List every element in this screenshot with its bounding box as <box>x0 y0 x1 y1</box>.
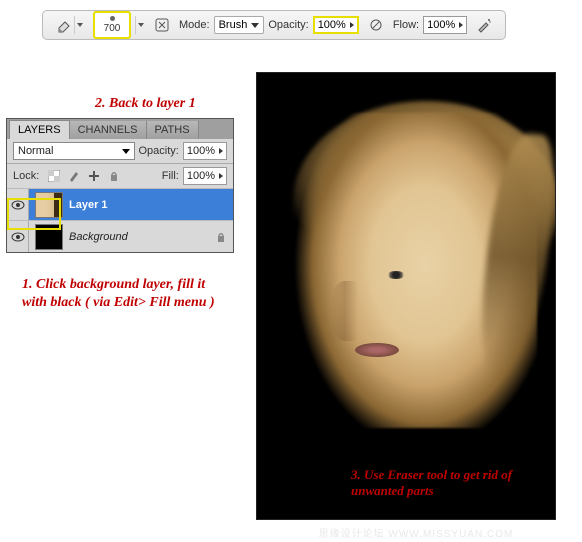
flow-label: Flow: <box>393 19 419 31</box>
tab-channels[interactable]: CHANNELS <box>70 121 147 139</box>
portrait-lips <box>355 343 399 357</box>
panel-tabs: LAYERS CHANNELS PATHS <box>7 119 233 139</box>
portrait-eye <box>387 271 405 279</box>
portrait-nose <box>331 281 365 341</box>
lock-icon <box>215 231 227 243</box>
layer-row-background[interactable]: Background <box>7 220 233 252</box>
tab-paths[interactable]: PATHS <box>147 121 199 139</box>
blend-row: Normal Opacity: 100% <box>7 139 233 163</box>
layer-thumbnail[interactable] <box>35 224 63 250</box>
lock-pixels-icon[interactable] <box>67 169 81 183</box>
brush-preview-dot <box>110 16 115 21</box>
document-canvas[interactable]: 3. Use Eraser tool to get rid of unwante… <box>256 72 556 520</box>
blend-mode-value: Normal <box>18 145 53 157</box>
flow-input[interactable]: 100% <box>423 16 467 34</box>
tab-layers[interactable]: LAYERS <box>9 120 70 139</box>
layer-name: Background <box>69 231 128 243</box>
lock-all-icon[interactable] <box>107 169 121 183</box>
flow-value: 100% <box>427 19 455 31</box>
brush-flyout-icon[interactable] <box>135 16 145 34</box>
panel-opacity-input[interactable]: 100% <box>183 142 227 160</box>
lock-label: Lock: <box>13 170 39 182</box>
eye-icon <box>11 200 25 210</box>
tablet-opacity-toggle[interactable] <box>363 14 389 36</box>
flyout-icon[interactable] <box>74 16 84 34</box>
brush-panel-toggle[interactable] <box>149 14 175 36</box>
blend-mode-select[interactable]: Normal <box>13 142 135 160</box>
panel-opacity-label: Opacity: <box>139 145 179 157</box>
lock-row: Lock: Fill: 100% <box>7 163 233 188</box>
eraser-tool-preset[interactable] <box>51 14 89 36</box>
fill-value: 100% <box>187 170 215 182</box>
airbrush-icon <box>476 17 492 33</box>
mode-select[interactable]: Brush <box>214 16 265 34</box>
eye-icon <box>11 232 25 242</box>
arrow-right-icon <box>459 22 463 28</box>
arrow-right-icon <box>219 148 223 154</box>
chevron-down-icon <box>251 23 259 28</box>
tablet-pressure-icon <box>368 17 384 33</box>
lock-transparency-icon[interactable] <box>47 169 61 183</box>
arrow-right-icon <box>219 173 223 179</box>
arrow-right-icon <box>350 22 354 28</box>
fill-label: Fill: <box>162 170 179 182</box>
watermark: 思缘设计论坛 WWW.MISSYUAN.COM <box>266 525 566 540</box>
opacity-value: 100% <box>318 19 346 31</box>
layer-row-layer1[interactable]: Layer 1 <box>7 188 233 220</box>
brush-size-value: 700 <box>104 23 121 34</box>
opacity-input[interactable]: 100% <box>313 16 359 34</box>
options-toolbar: 700 Mode: Brush Opacity: 100% Flow: 100% <box>42 10 506 40</box>
brush-size-picker[interactable]: 700 <box>93 11 131 39</box>
mode-value: Brush <box>219 19 248 31</box>
mode-label: Mode: <box>179 19 210 31</box>
layer-name: Layer 1 <box>69 199 108 211</box>
opacity-label: Opacity: <box>268 19 308 31</box>
annotation-step3: 3. Use Eraser tool to get rid of unwante… <box>351 467 541 500</box>
lock-position-icon[interactable] <box>87 169 101 183</box>
visibility-toggle[interactable] <box>7 189 29 220</box>
airbrush-toggle[interactable] <box>471 14 497 36</box>
brushes-panel-icon <box>154 17 170 33</box>
eraser-icon <box>56 17 72 33</box>
layer-list: Layer 1 Background <box>7 188 233 252</box>
visibility-toggle[interactable] <box>7 221 29 252</box>
fill-input[interactable]: 100% <box>183 167 227 185</box>
layers-panel: LAYERS CHANNELS PATHS Normal Opacity: 10… <box>6 118 234 253</box>
annotation-step1: 1. Click background layer, fill it with … <box>22 276 232 311</box>
chevron-down-icon <box>122 149 130 154</box>
layer-thumbnail[interactable] <box>35 192 63 218</box>
annotation-step2: 2. Back to layer 1 <box>95 95 196 113</box>
panel-opacity-value: 100% <box>187 145 215 157</box>
